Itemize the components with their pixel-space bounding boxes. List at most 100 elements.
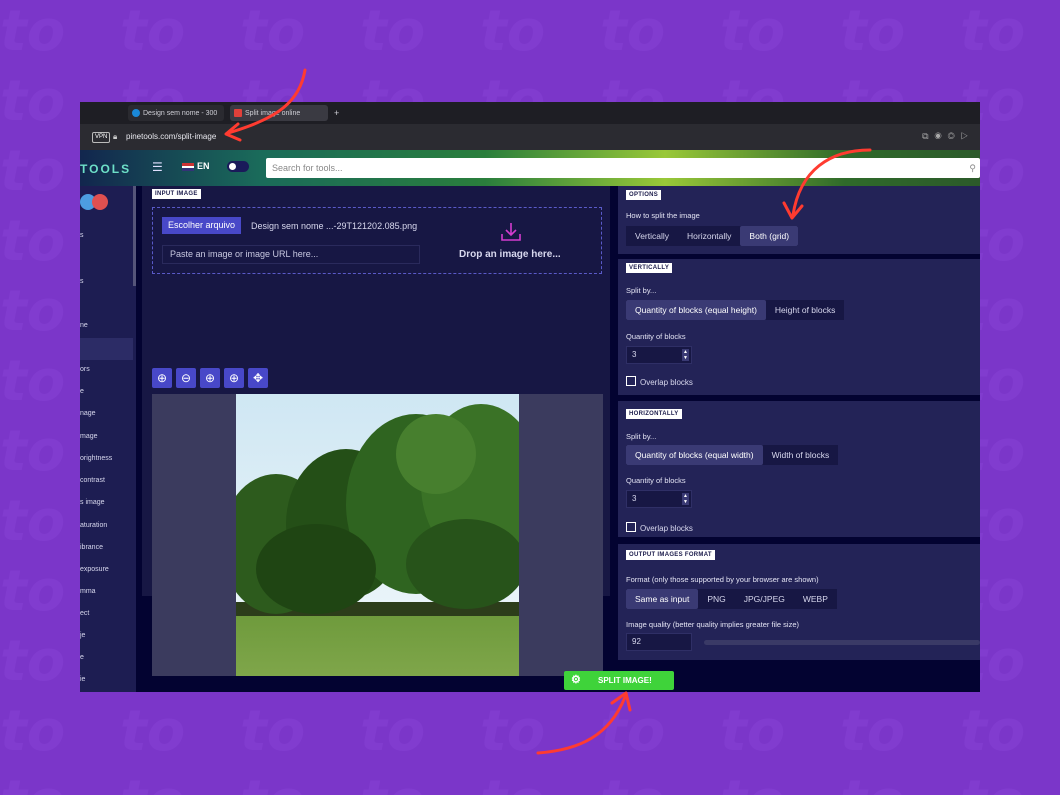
sidebar-item[interactable]: ors xyxy=(80,366,90,373)
lock-icon: 🔒︎ xyxy=(113,132,118,141)
address-bar: VPN 🔒︎ pinetools.com/split-image ⧉◉◎▷ xyxy=(80,124,980,150)
vertically-card: VERTICALLY Split by... Quantity of block… xyxy=(618,259,980,395)
horizontally-card: HORIZONTALLY Split by... Quantity of blo… xyxy=(618,401,980,537)
sidebar-item[interactable]: aturation xyxy=(80,522,107,529)
menu-icon[interactable]: ☰ xyxy=(152,160,163,174)
move-icon[interactable]: ✥ xyxy=(248,368,268,388)
stepper-icon[interactable]: ▲ ▼ xyxy=(682,349,689,361)
width-of-blocks-option[interactable]: Width of blocks xyxy=(763,445,839,465)
pinetools-icon xyxy=(234,109,242,117)
quality-input[interactable]: 92 xyxy=(626,633,692,651)
sidebar-item[interactable]: ibrance xyxy=(80,544,103,551)
horizontally-title: HORIZONTALLY xyxy=(626,409,682,419)
qty-equal-width-option[interactable]: Quantity of blocks (equal width) xyxy=(626,445,763,465)
format-webp[interactable]: WEBP xyxy=(794,589,837,609)
sidebar-item[interactable]: ie xyxy=(80,676,85,683)
arrow-button-line xyxy=(536,695,627,755)
zoom-fit-icon[interactable]: ⊕ xyxy=(200,368,220,388)
stepper-icon[interactable]: ▲ ▼ xyxy=(682,493,689,505)
sidebar-item[interactable]: contrast xyxy=(80,477,105,484)
sidebar-item[interactable]: mma xyxy=(80,588,96,595)
split-image-button[interactable]: ⚙ SPLIT IMAGE! xyxy=(564,671,674,690)
image-preview-area[interactable] xyxy=(152,394,603,676)
mode-vertically[interactable]: Vertically xyxy=(626,226,678,246)
vertical-split-by-group: Quantity of blocks (equal height) Height… xyxy=(626,300,845,320)
download-icon xyxy=(501,223,521,241)
sidebar-item[interactable]: e xyxy=(80,388,84,395)
horizontal-split-by-group: Quantity of blocks (equal width) Width o… xyxy=(626,445,839,465)
sidebar-item[interactable]: s xyxy=(80,232,84,239)
language-label: EN xyxy=(197,161,210,171)
height-of-blocks-option[interactable]: Height of blocks xyxy=(766,300,844,320)
tab-label: Split image online xyxy=(245,109,301,117)
qty-value: 3 xyxy=(632,494,637,503)
sidebar-item[interactable]: je xyxy=(80,632,85,639)
search-input[interactable]: Search for tools... ⚲ xyxy=(266,158,980,178)
quality-label: Image quality (better quality implies gr… xyxy=(626,620,799,629)
sidebar-scrollbar[interactable] xyxy=(133,186,136,286)
sidebar: s s ne ors e nage mage orightness contra… xyxy=(80,186,136,692)
how-to-split-label: How to split the image xyxy=(626,211,700,220)
dropzone[interactable]: Escolher arquivo Design sem nome ...-29T… xyxy=(152,207,602,274)
tab-design[interactable]: Design sem nome - 300 xyxy=(128,105,224,121)
horizontal-overlap-checkbox[interactable]: Overlap blocks xyxy=(626,522,693,533)
search-icon[interactable]: ⚲ xyxy=(969,158,976,178)
split-button-label: SPLIT IMAGE! xyxy=(598,676,652,685)
zoom-in-icon[interactable]: ⊕ xyxy=(152,368,172,388)
language-selector[interactable]: EN xyxy=(182,161,210,171)
format-png[interactable]: PNG xyxy=(698,589,734,609)
format-jpg[interactable]: JPG/JPEG xyxy=(735,589,794,609)
qty-label: Quantity of blocks xyxy=(626,332,686,341)
quality-value: 92 xyxy=(632,637,641,646)
overlap-label: Overlap blocks xyxy=(640,378,693,387)
options-column: OPTIONS How to split the image Verticall… xyxy=(618,186,980,692)
site-logo[interactable]: TOOLS xyxy=(80,162,131,176)
sidebar-item[interactable]: s image xyxy=(80,499,105,506)
drop-text: Drop an image here... xyxy=(459,249,561,260)
vpn-badge[interactable]: VPN xyxy=(92,132,111,143)
zoom-reset-icon[interactable]: ⊕ xyxy=(224,368,244,388)
mode-both-grid[interactable]: Both (grid) xyxy=(740,226,799,246)
sidebar-item[interactable]: orightness xyxy=(80,455,112,462)
vertical-qty-input[interactable]: 3 ▲ ▼ xyxy=(626,346,692,364)
canva-icon xyxy=(132,109,140,117)
arrow-button-head xyxy=(610,691,632,712)
sidebar-item[interactable]: mage xyxy=(80,433,98,440)
qty-label: Quantity of blocks xyxy=(626,476,686,485)
output-format-title: OUTPUT IMAGES FORMAT xyxy=(626,550,715,560)
file-name: Design sem nome ...-29T121202.085.png xyxy=(251,221,418,231)
zoom-out-icon[interactable]: ⊖ xyxy=(176,368,196,388)
output-format-card: OUTPUT IMAGES FORMAT Format (only those … xyxy=(618,544,980,660)
sidebar-item[interactable]: ne xyxy=(80,322,88,329)
qty-value: 3 xyxy=(632,350,637,359)
horizontal-qty-input[interactable]: 3 ▲ ▼ xyxy=(626,490,692,508)
browser-window: Design sem nome - 300 Split image online… xyxy=(80,102,980,692)
sidebar-selected-bg xyxy=(80,338,133,360)
vertical-overlap-checkbox[interactable]: Overlap blocks xyxy=(626,376,693,387)
browser-action-icons[interactable]: ⧉◉◎▷ xyxy=(922,131,974,142)
new-tab-button[interactable]: + xyxy=(330,105,344,121)
sidebar-item[interactable]: nage xyxy=(80,410,96,417)
image-url-input[interactable]: Paste an image or image URL here... xyxy=(162,245,420,264)
site-header: TOOLS ☰ EN Search for tools... ⚲ xyxy=(80,150,980,186)
format-group: Same as input PNG JPG/JPEG WEBP xyxy=(626,589,837,609)
format-same-as-input[interactable]: Same as input xyxy=(626,589,699,609)
sidebar-item[interactable]: s xyxy=(80,278,84,285)
qty-equal-height-option[interactable]: Quantity of blocks (equal height) xyxy=(626,300,766,320)
sidebar-item[interactable]: e xyxy=(80,654,84,661)
sidebar-item[interactable]: exposure xyxy=(80,566,109,573)
dark-mode-toggle[interactable] xyxy=(227,161,249,172)
choose-file-button[interactable]: Escolher arquivo xyxy=(162,217,242,234)
tab-split-image[interactable]: Split image online xyxy=(230,105,328,121)
youtube-icon[interactable] xyxy=(92,194,108,210)
quality-slider[interactable] xyxy=(704,640,980,645)
url-field[interactable]: pinetools.com/split-image xyxy=(126,132,216,141)
sidebar-item[interactable]: ect xyxy=(80,610,89,617)
options-title: OPTIONS xyxy=(626,190,662,200)
split-by-label: Split by... xyxy=(626,286,657,295)
mode-horizontally[interactable]: Horizontally xyxy=(678,226,740,246)
preview-image xyxy=(236,394,519,676)
input-image-title: INPUT IMAGE xyxy=(152,189,201,199)
input-image-panel: INPUT IMAGE Escolher arquivo Design sem … xyxy=(142,186,610,676)
options-card: OPTIONS How to split the image Verticall… xyxy=(618,186,980,254)
